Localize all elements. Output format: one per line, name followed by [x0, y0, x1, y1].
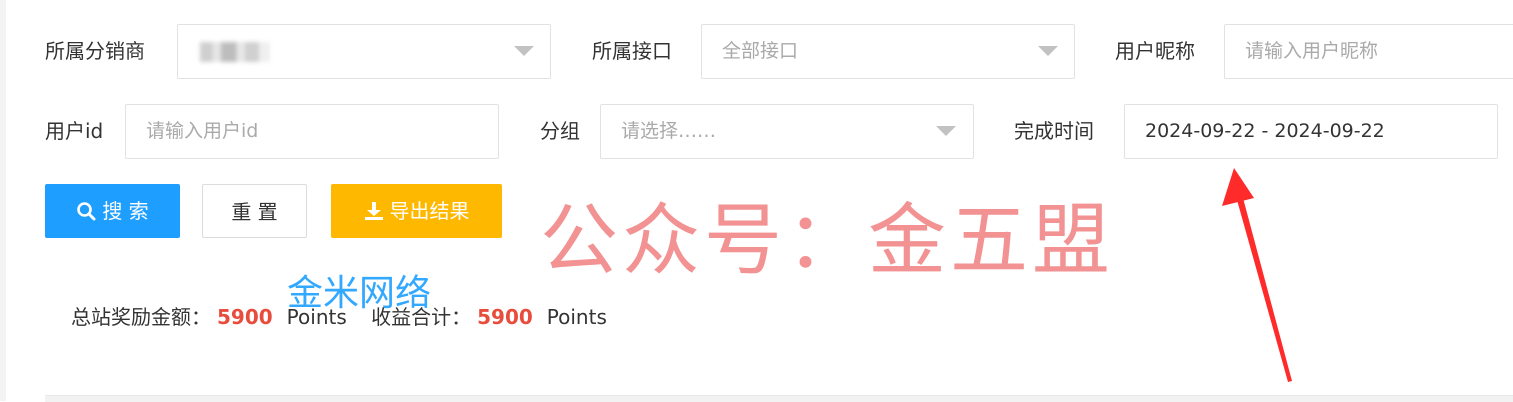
watermark-red-text: 公众号：金五盟 — [540, 196, 1115, 286]
api-select-value: 全部接口 — [722, 40, 799, 62]
income-total-unit: Points — [546, 305, 607, 329]
user-id-label: 用户id — [45, 119, 104, 143]
export-results-button[interactable]: 导出结果 — [331, 184, 502, 238]
page-left-edge — [0, 0, 6, 401]
nickname-input[interactable]: 请输入用户昵称 — [1224, 24, 1513, 79]
user-id-placeholder: 请输入用户id — [146, 120, 259, 142]
finish-time-range-input[interactable]: 2024-09-22 - 2024-09-22 — [1124, 104, 1498, 159]
user-id-input[interactable]: 请输入用户id — [125, 104, 499, 159]
total-reward-unit: Points — [286, 305, 347, 329]
finish-time-label: 完成时间 — [1014, 119, 1094, 143]
export-button-label: 导出结果 — [389, 199, 470, 223]
nickname-label: 用户昵称 — [1115, 39, 1195, 63]
distributor-chevron-down-icon[interactable] — [514, 46, 534, 56]
group-select[interactable]: 请选择…… — [600, 104, 974, 159]
distributor-label: 所属分销商 — [45, 39, 145, 63]
total-reward-value: 5900 — [217, 305, 273, 329]
reset-button[interactable]: 重 置 — [202, 184, 307, 238]
finish-time-value: 2024-09-22 - 2024-09-22 — [1145, 120, 1385, 142]
annotation-arrow-icon — [1222, 168, 1292, 382]
download-icon — [364, 201, 383, 220]
search-icon — [77, 201, 96, 220]
nickname-placeholder: 请输入用户昵称 — [1245, 40, 1379, 62]
group-placeholder: 请选择…… — [621, 120, 717, 142]
summary-line: 总站奖励金额： 5900 Points 收益合计： 5900 Points — [71, 302, 607, 332]
income-total-value: 5900 — [477, 305, 533, 329]
api-chevron-down-icon[interactable] — [1038, 46, 1058, 56]
total-reward-label: 总站奖励金额： — [71, 305, 211, 329]
group-chevron-down-icon[interactable] — [936, 126, 956, 136]
search-button[interactable]: 搜 索 — [45, 184, 180, 238]
api-label: 所属接口 — [592, 39, 672, 63]
income-total-label: 收益合计： — [371, 305, 472, 329]
reset-button-label: 重 置 — [231, 200, 278, 224]
blurred-distributor-name — [200, 41, 270, 62]
group-label: 分组 — [540, 119, 580, 143]
distributor-select[interactable] — [177, 24, 551, 79]
api-select[interactable]: 全部接口 — [701, 24, 1075, 79]
search-button-label: 搜 索 — [102, 199, 149, 223]
